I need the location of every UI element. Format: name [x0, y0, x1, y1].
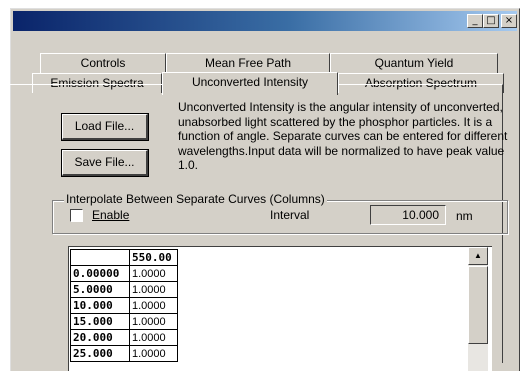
grid-header-row: 550.00: [70, 249, 178, 266]
arrow-up-icon: ▲: [474, 251, 482, 260]
row-header-angle[interactable]: 20.000: [70, 329, 130, 346]
maximize-button[interactable]: □: [483, 14, 499, 28]
row-header-angle[interactable]: 5.0000: [70, 281, 130, 298]
data-grid: 550.00 0.00000 1.0000 5.0000 1.0000 10.0…: [70, 249, 178, 362]
title-bar[interactable]: _ □ ×: [13, 11, 517, 31]
interpolate-group-legend: Interpolate Between Separate Curves (Col…: [64, 192, 327, 206]
close-icon: ×: [504, 15, 514, 26]
description-text: Unconverted Intensity is the angular int…: [178, 100, 508, 172]
minimize-icon: _: [472, 15, 478, 26]
grid-vertical-scrollbar[interactable]: ▲: [468, 247, 488, 371]
row-header-angle[interactable]: 15.000: [70, 313, 130, 330]
grid-cell[interactable]: 1.0000: [129, 313, 178, 330]
tab-unconverted-intensity[interactable]: Unconverted Intensity: [162, 72, 338, 95]
interval-input[interactable]: 10.000: [370, 205, 446, 225]
load-file-button[interactable]: Load File...: [61, 113, 149, 141]
table-row: 20.000 1.0000: [70, 329, 178, 346]
scroll-up-button[interactable]: ▲: [468, 247, 488, 265]
enable-label[interactable]: Enable: [92, 208, 129, 222]
table-row: 0.00000 1.0000: [70, 265, 178, 282]
grid-cell[interactable]: 1.0000: [129, 281, 178, 298]
row-header-angle[interactable]: 10.000: [70, 297, 130, 314]
tab-quantum-yield[interactable]: Quantum Yield: [330, 53, 498, 73]
enable-checkbox[interactable]: [70, 209, 83, 222]
table-row: 10.000 1.0000: [70, 297, 178, 314]
scroll-thumb[interactable]: [468, 266, 488, 344]
grid-cell[interactable]: 1.0000: [129, 265, 178, 282]
table-row: 15.000 1.0000: [70, 313, 178, 330]
grid-cell[interactable]: 1.0000: [129, 345, 178, 362]
grid-cell[interactable]: 1.0000: [129, 329, 178, 346]
grid-corner-cell: [70, 249, 130, 266]
row-header-angle[interactable]: 0.00000: [70, 265, 130, 282]
grid-cell[interactable]: 1.0000: [129, 297, 178, 314]
table-row: 5.0000 1.0000: [70, 281, 178, 298]
minimize-button[interactable]: _: [467, 14, 483, 28]
enable-label-text: Enable: [92, 208, 130, 222]
maximize-icon: □: [486, 15, 496, 26]
save-file-button[interactable]: Save File...: [61, 149, 149, 177]
tab-controls[interactable]: Controls: [40, 53, 166, 73]
interval-unit: nm: [456, 209, 473, 223]
grid-column-header[interactable]: 550.00: [129, 249, 178, 266]
row-header-angle[interactable]: 25.000: [70, 345, 130, 362]
table-row: 25.000 1.0000: [70, 345, 178, 362]
tab-mean-free-path[interactable]: Mean Free Path: [166, 53, 330, 73]
close-button[interactable]: ×: [501, 14, 517, 28]
interval-label: Interval: [270, 208, 310, 222]
